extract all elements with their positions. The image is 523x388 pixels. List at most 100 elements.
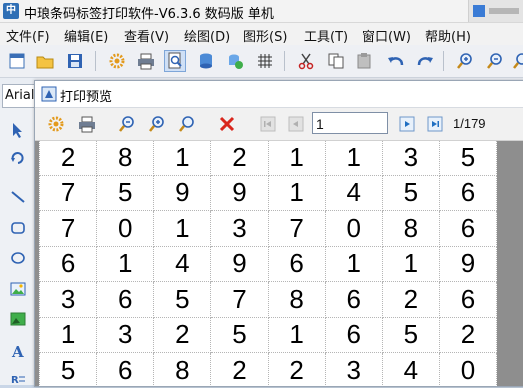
previous-page-icon[interactable] [285, 113, 307, 135]
grid-cell: 1 [154, 211, 211, 247]
drawing-tools-panel: A R [0, 108, 35, 385]
canvas-margin [497, 141, 523, 386]
line-tool-icon[interactable] [8, 187, 28, 207]
grid-cell: 5 [97, 175, 154, 211]
title-bar: 中 中琅条码标签打印软件-V6.3.6 数码版 单机 [0, 0, 523, 23]
grid-row: 61496119 [40, 246, 497, 282]
grid-cell: 5 [382, 175, 439, 211]
grid-cell: 3 [97, 317, 154, 353]
paste-icon[interactable] [353, 50, 375, 72]
open-folder-icon[interactable] [34, 50, 56, 72]
zoom-fit-icon[interactable] [508, 50, 523, 72]
preview-page-sheet: 2812113575991456701370866149611936578626… [39, 141, 497, 386]
grid-cell: 7 [268, 211, 325, 247]
grid-cell: 2 [439, 317, 496, 353]
grid-cell: 0 [439, 353, 496, 387]
grid-cell: 1 [325, 246, 382, 282]
serial-number-grid: 2812113575991456701370866149611936578626… [39, 141, 497, 386]
preview-canvas[interactable]: 2812113575991456701370866149611936578626… [35, 141, 523, 386]
app-icon: 中 [3, 3, 19, 19]
zoom-in-icon[interactable] [454, 50, 476, 72]
menu-help[interactable]: 帮助(H) [425, 26, 471, 45]
preview-print-icon[interactable] [76, 113, 98, 135]
menu-window[interactable]: 窗口(W) [362, 26, 411, 45]
grid-cell: 6 [97, 353, 154, 387]
menu-file[interactable]: 文件(F) [6, 26, 50, 45]
preview-zoom-in-icon[interactable] [146, 113, 168, 135]
first-page-icon[interactable] [257, 113, 279, 135]
undo-icon[interactable] [385, 50, 407, 72]
preview-zoom-out-icon[interactable] [116, 113, 138, 135]
grid-row: 28121135 [40, 141, 497, 175]
settings-gear-icon[interactable] [106, 50, 128, 72]
menu-edit[interactable]: 编辑(E) [64, 26, 108, 45]
grid-cell: 9 [211, 246, 268, 282]
grid-icon[interactable] [254, 50, 276, 72]
select-pointer-icon[interactable] [8, 120, 28, 140]
grid-row: 70137086 [40, 211, 497, 247]
menu-tools[interactable]: 工具(T) [304, 26, 348, 45]
picture-tool-icon[interactable] [8, 309, 28, 329]
grid-cell: 5 [439, 141, 496, 175]
preview-title-bar: 打印预览 [35, 81, 523, 108]
rounded-rect-tool-icon[interactable] [8, 218, 28, 238]
grid-cell: 9 [439, 246, 496, 282]
grid-cell: 5 [382, 317, 439, 353]
grid-row: 56822340 [40, 353, 497, 387]
preview-zoom-actual-icon[interactable] [176, 113, 198, 135]
new-document-icon[interactable] [6, 50, 28, 72]
grid-cell: 6 [325, 317, 382, 353]
ellipse-tool-icon[interactable] [8, 248, 28, 268]
grid-cell: 2 [154, 317, 211, 353]
grid-cell: 7 [211, 282, 268, 318]
grid-cell: 5 [211, 317, 268, 353]
svg-text:R: R [11, 375, 19, 385]
menu-bar: 文件(F) 编辑(E) 查看(V) 绘图(D) 图形(S) 工具(T) 窗口(W… [0, 23, 523, 46]
grid-cell: 7 [40, 211, 97, 247]
font-family-select[interactable]: Arial [2, 84, 38, 108]
window-thumbnail [468, 0, 523, 22]
menu-draw[interactable]: 绘图(D) [184, 26, 230, 45]
data-source-icon[interactable] [224, 50, 246, 72]
database-icon[interactable] [195, 50, 217, 72]
preview-toolbar: 1 1/179 [35, 108, 523, 141]
grid-cell: 1 [268, 175, 325, 211]
menu-shape[interactable]: 图形(S) [243, 26, 287, 45]
grid-cell: 6 [268, 246, 325, 282]
close-preview-icon[interactable] [216, 113, 238, 135]
grid-cell: 4 [382, 353, 439, 387]
rotate-icon[interactable] [8, 148, 28, 168]
grid-cell: 8 [268, 282, 325, 318]
grid-cell: 8 [382, 211, 439, 247]
menu-view[interactable]: 查看(V) [124, 26, 169, 45]
save-icon[interactable] [64, 50, 86, 72]
cut-icon[interactable] [295, 50, 317, 72]
grid-cell: 6 [40, 246, 97, 282]
text-tool-icon[interactable]: A [8, 341, 28, 361]
copy-icon[interactable] [325, 50, 347, 72]
grid-cell: 5 [154, 282, 211, 318]
zoom-out-icon[interactable] [484, 50, 506, 72]
image-tool-icon[interactable] [8, 279, 28, 299]
grid-cell: 4 [154, 246, 211, 282]
grid-cell: 4 [325, 175, 382, 211]
grid-cell: 1 [268, 141, 325, 175]
print-icon[interactable] [135, 50, 157, 72]
grid-cell: 3 [325, 353, 382, 387]
redo-icon[interactable] [414, 50, 436, 72]
page-number-input[interactable]: 1 [312, 112, 388, 134]
print-settings-gear-icon[interactable] [45, 113, 67, 135]
grid-cell: 2 [268, 353, 325, 387]
grid-cell: 6 [439, 211, 496, 247]
grid-cell: 7 [40, 175, 97, 211]
grid-cell: 1 [154, 141, 211, 175]
print-preview-icon[interactable] [164, 50, 186, 72]
window-title: 中琅条码标签打印软件-V6.3.6 数码版 单机 [24, 3, 274, 22]
grid-cell: 8 [97, 141, 154, 175]
last-page-icon[interactable] [424, 113, 446, 135]
grid-cell: 3 [382, 141, 439, 175]
grid-cell: 5 [40, 353, 97, 387]
next-page-icon[interactable] [396, 113, 418, 135]
rich-text-tool-icon[interactable]: R [8, 368, 28, 388]
grid-cell: 2 [40, 141, 97, 175]
